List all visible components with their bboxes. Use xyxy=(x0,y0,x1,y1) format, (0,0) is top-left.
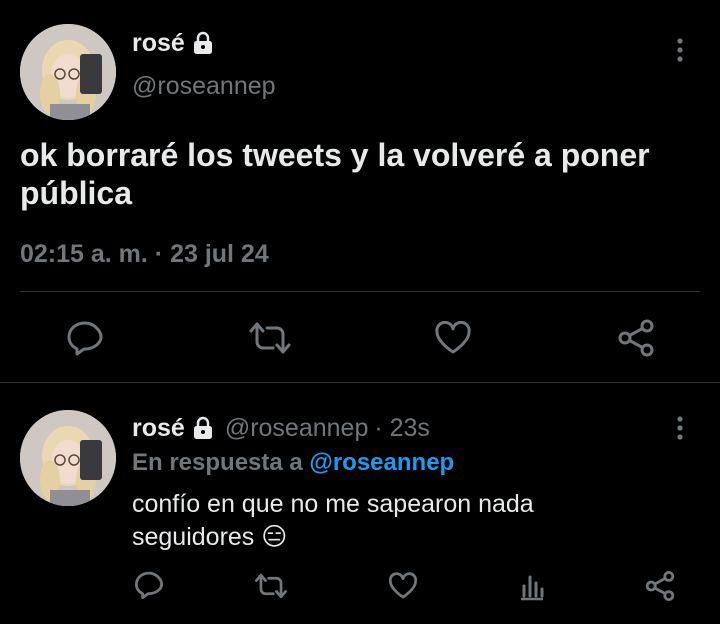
lock-icon xyxy=(191,31,215,55)
replying-prefix: En respuesta a xyxy=(132,449,303,476)
like-icon[interactable] xyxy=(388,572,418,600)
replying-to-handle[interactable]: @roseannep xyxy=(309,449,454,476)
reply-icon[interactable] xyxy=(66,320,104,356)
display-name[interactable]: rosé xyxy=(132,29,185,58)
more-icon[interactable] xyxy=(670,414,690,442)
handle[interactable]: @roseannep xyxy=(225,414,369,443)
lock-icon xyxy=(191,416,215,440)
avatar[interactable] xyxy=(20,24,116,120)
retweet-icon[interactable] xyxy=(254,571,288,601)
share-icon[interactable] xyxy=(644,570,676,602)
retweet-icon[interactable] xyxy=(248,320,292,356)
tweet-text: ok borraré los tweets y la volveré a pon… xyxy=(20,137,650,211)
more-icon[interactable] xyxy=(670,36,690,64)
replying-to: En respuesta a @roseannep xyxy=(132,449,454,477)
divider xyxy=(20,291,700,292)
section-divider xyxy=(0,382,720,383)
like-icon[interactable] xyxy=(434,321,472,355)
avatar[interactable] xyxy=(20,410,116,506)
tweet-text: confío en que no me sapearon nada seguid… xyxy=(132,490,534,551)
timestamp[interactable]: 02:15 a. m. · 23 jul 24 xyxy=(20,240,269,269)
share-icon[interactable] xyxy=(616,318,656,358)
reply-icon[interactable] xyxy=(134,570,164,600)
handle[interactable]: @roseannep xyxy=(132,72,276,101)
views-icon[interactable] xyxy=(518,572,546,602)
display-name[interactable]: rosé xyxy=(132,414,185,443)
tweet-time[interactable]: · 23s xyxy=(374,414,430,443)
